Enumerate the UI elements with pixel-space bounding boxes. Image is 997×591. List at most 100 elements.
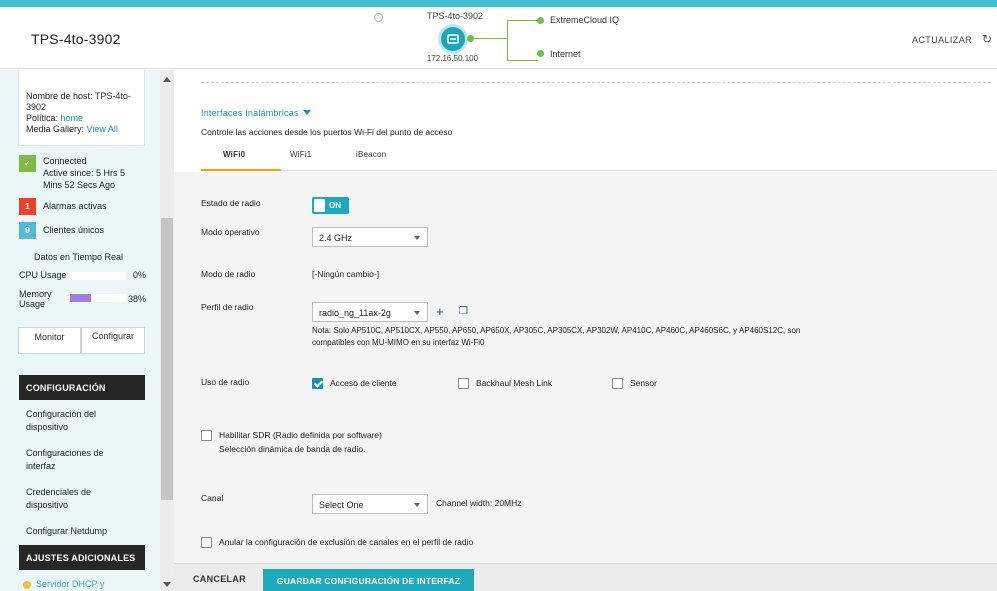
top-accent-strip (0, 0, 997, 7)
media-label: Media Gallery: (26, 124, 85, 134)
backhaul-mesh-checkbox[interactable] (458, 378, 469, 389)
alarms-label: Alarmas activas (43, 201, 107, 211)
radio-settings-panel (174, 172, 997, 563)
media-gallery-link[interactable]: View All (87, 124, 118, 134)
nav-netdump[interactable]: Configurar Netdump (26, 525, 136, 538)
topology-link-cloud[interactable]: ExtremeCloud IQ (550, 15, 619, 25)
info-icon[interactable] (374, 13, 383, 22)
wireless-section-title: Interfaces Inalámbricas (201, 108, 299, 118)
nav-device-config[interactable]: Configuración del dispositivo (26, 408, 126, 434)
memory-usage-fill (70, 294, 92, 302)
tab-ibeacon[interactable]: iBeacon (356, 150, 386, 159)
nav-dhcp-server[interactable]: Servidor DHCP y (23, 578, 136, 591)
radio-state-toggle[interactable]: ON (312, 197, 349, 214)
tab-wifi0[interactable]: WiFi0 (223, 150, 245, 159)
save-interface-button[interactable]: GUARDAR CONFIGURACIÓN DE INTERFAZ (263, 569, 474, 591)
topology-link-line (507, 20, 538, 21)
tab-monitor[interactable]: Monitor (18, 327, 81, 354)
backhaul-mesh-label: Backhaul Mesh Link (476, 378, 553, 388)
link-status-dot (467, 35, 474, 42)
connected-since: Active since: 5 Hrs 5 Mins 52 Secs Ago (43, 168, 126, 190)
topology-link-internet[interactable]: Internet (550, 49, 581, 59)
cpu-usage-row: CPU Usage 0% (19, 270, 146, 282)
scroll-up-icon[interactable] (163, 77, 171, 82)
cancel-button[interactable]: CANCELAR (193, 574, 246, 584)
wireless-section-desc: Controle las acciones desde los puertos … (201, 127, 453, 137)
scroll-down-icon[interactable] (163, 582, 171, 587)
policy-label: Política: (26, 113, 59, 123)
sensor-label: Sensor (630, 378, 657, 388)
client-access-checkbox[interactable] (312, 378, 323, 389)
toggle-knob (314, 199, 325, 212)
refresh-button[interactable]: ACTUALIZAR (912, 35, 972, 45)
channel-width: Channel width: 20MHz (436, 498, 522, 508)
connected-status: ✓ Connected Active since: 5 Hrs 5 Mins 5… (19, 155, 143, 191)
channel-value: Select One (319, 500, 364, 510)
clients-status[interactable]: 0 Clientes únicos (19, 222, 104, 239)
tab-configure[interactable]: Configurar (81, 327, 145, 354)
alarm-count-badge: 1 (19, 198, 36, 215)
cpu-usage-bar (70, 272, 126, 280)
sidebar-tabs: Monitor Configurar (18, 327, 145, 354)
chevron-down-icon (414, 236, 420, 240)
channel-label: Canal (201, 493, 224, 503)
topology-device-name: TPS-4to-3902 (426, 11, 484, 21)
radio-mode-value: [-Ningún cambio-] (312, 269, 380, 279)
header: TPS-4to-3902 TPS-4to-3902 172.16.50.100 … (0, 7, 997, 69)
connected-title: Connected (43, 156, 87, 166)
scrollbar-thumb[interactable] (161, 218, 173, 500)
device-title: TPS-4to-3902 (31, 31, 121, 47)
add-profile-icon[interactable]: + (436, 304, 444, 319)
policy-link[interactable]: home (61, 113, 84, 123)
sidebar-scrollbar[interactable] (160, 70, 174, 591)
sdr-checkbox[interactable] (201, 430, 212, 441)
mode-select[interactable]: 2.4 GHz (312, 227, 428, 247)
topology-link-line (507, 20, 508, 61)
radio-tabs: WiFi0 WiFi1 iBeacon (201, 146, 996, 171)
topology-link-line (507, 60, 538, 61)
override-exclusion-checkbox[interactable] (201, 537, 212, 548)
device-logo-icon[interactable] (438, 24, 468, 54)
alarms-status[interactable]: 1 Alarmas activas (19, 198, 107, 215)
clients-count-badge: 0 (19, 222, 36, 239)
profile-select[interactable]: radio_ng_11ax-2g (312, 302, 428, 322)
action-footer: CANCELAR GUARDAR CONFIGURACIÓN DE INTERF… (174, 563, 997, 591)
memory-usage-bar (70, 294, 126, 302)
mode-label: Modo operativo (201, 227, 260, 237)
sdr-desc: Selección dinámica de banda de radio. (219, 444, 366, 454)
sidebar: Nombre de host: TPS-4to-3902 Política: h… (0, 70, 160, 591)
profile-note: Nota: Solo AP510C, AP510CX, AP550, AP650… (312, 326, 801, 347)
check-icon: ✓ (19, 155, 36, 172)
refresh-icon[interactable]: ↻ (982, 32, 992, 46)
wireless-section-toggle[interactable]: Interfaces Inalámbricas (201, 108, 311, 118)
clients-label: Clientes únicos (43, 225, 105, 235)
mode-value: 2.4 GHz (319, 233, 353, 243)
nav-interface-config[interactable]: Configuraciones de interfaz (26, 447, 126, 473)
caret-down-icon (302, 110, 311, 115)
divider (201, 82, 991, 83)
host-info-card: Nombre de host: TPS-4to-3902 Política: h… (18, 70, 145, 146)
usage-label: Uso de radio (201, 377, 250, 387)
client-access-label: Acceso de cliente (330, 378, 397, 388)
hostname-label: Nombre de host: (26, 91, 93, 101)
memory-label: Memory Usage (19, 289, 52, 309)
sensor-checkbox[interactable] (612, 378, 623, 389)
link-status-dot (537, 17, 544, 24)
tab-wifi1[interactable]: WiFi1 (290, 150, 311, 159)
memory-usage-row: Memory Usage 38% (19, 289, 146, 311)
toggle-state-text: ON (329, 201, 341, 210)
copy-profile-icon[interactable]: ❐ (459, 306, 468, 317)
nav-device-credentials[interactable]: Credenciales de dispositivo (26, 486, 126, 512)
chevron-down-icon (414, 503, 420, 507)
radio-mode-label: Modo de radio (201, 269, 256, 279)
topology-device-ip: 172.16.50.100 (426, 54, 479, 63)
override-exclusion-label: Anular la configuración de exclusión de … (219, 537, 474, 547)
topology-link-line (470, 38, 508, 39)
radio-state-label: Estado de radio (201, 198, 261, 208)
channel-select[interactable]: Select One (312, 494, 428, 514)
chevron-down-icon (414, 311, 420, 315)
link-status-dot (537, 50, 544, 57)
realtime-title: Datos en Tiempo Real (34, 252, 124, 262)
memory-value: 38% (127, 294, 146, 304)
profile-value: radio_ng_11ax-2g (319, 308, 391, 318)
